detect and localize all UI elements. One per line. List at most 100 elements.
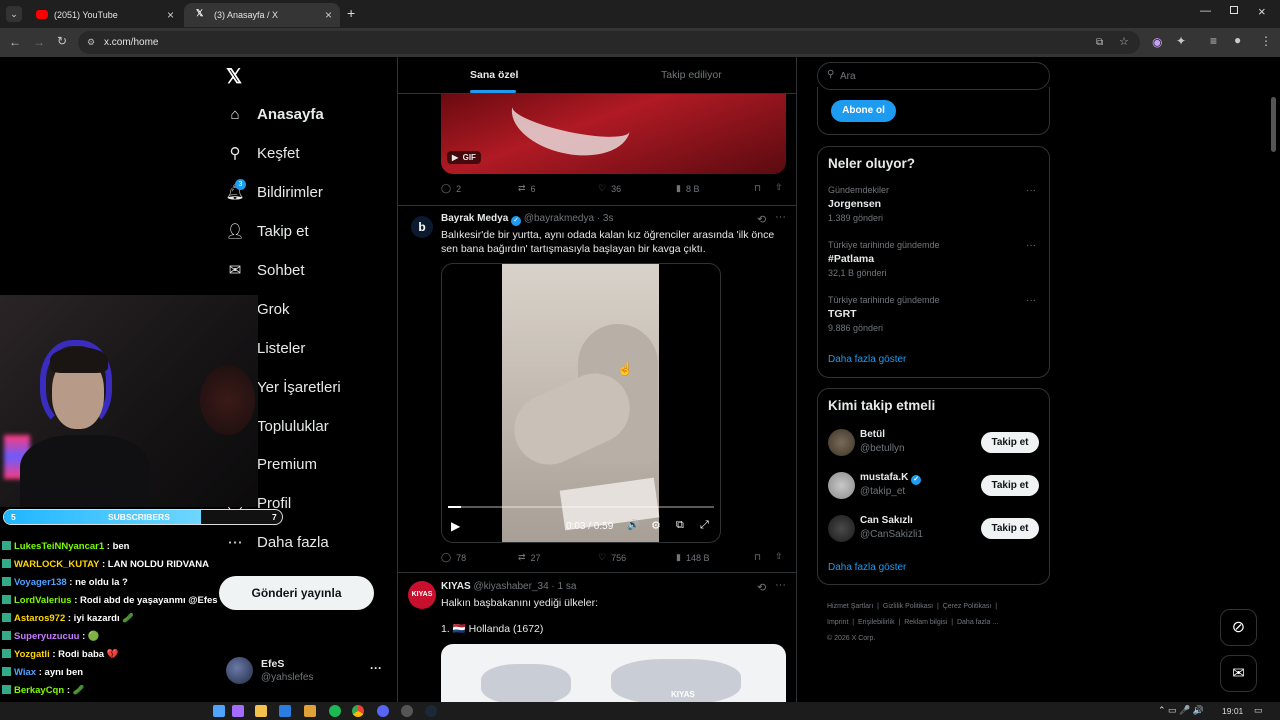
chat-username[interactable]: BerkayCqn bbox=[14, 685, 64, 696]
star-icon[interactable]: ☆ bbox=[1119, 31, 1129, 54]
trend-item[interactable]: Türkiye tarihinde gündemde #Patlama 32,1 B… bbox=[818, 240, 1049, 290]
follow-button[interactable]: Takip et bbox=[981, 518, 1039, 539]
avatar[interactable]: KIYAS bbox=[408, 581, 436, 609]
site-info-icon[interactable]: ⚙ bbox=[87, 31, 95, 54]
pip-icon[interactable]: ⧉ bbox=[676, 519, 684, 532]
footer-link[interactable]: Imprint bbox=[827, 619, 848, 626]
post-button[interactable]: Gönderi yayınla bbox=[219, 576, 374, 610]
sidebar-item-daha-fazla[interactable]: ⋯ Daha fazla bbox=[226, 533, 329, 552]
footer-link[interactable]: Çerez Politikası bbox=[943, 603, 992, 610]
app-icon[interactable] bbox=[232, 705, 244, 717]
follow-suggestion[interactable]: Betül @betullyn Takip et bbox=[818, 427, 1049, 463]
tab-for-you[interactable]: Sana özel bbox=[470, 69, 518, 81]
bookmark-icon[interactable]: ⊓ bbox=[754, 183, 761, 194]
sidebar-item-anasayfa[interactable]: ⌂ Anasayfa bbox=[226, 105, 323, 123]
minimize-icon[interactable]: — bbox=[1200, 5, 1211, 17]
tweet-time[interactable]: · 1 sa bbox=[551, 581, 576, 592]
more-icon[interactable]: ··· bbox=[775, 579, 786, 591]
tab-youtube[interactable]: (2051) YouTube × bbox=[24, 3, 182, 27]
bookmark-icon[interactable]: ⊓ bbox=[754, 552, 761, 563]
view-count[interactable]: ▮ 8 B bbox=[676, 183, 699, 194]
app-icon[interactable] bbox=[304, 705, 316, 717]
grok-float-button[interactable]: ⊘ bbox=[1220, 609, 1257, 646]
subscribe-button[interactable]: Abone ol bbox=[831, 100, 896, 122]
chat-username[interactable]: Astaros972 bbox=[14, 613, 65, 624]
more-icon[interactable]: ··· bbox=[1026, 295, 1036, 306]
spotify-icon[interactable] bbox=[329, 705, 341, 717]
close-icon[interactable]: × bbox=[325, 8, 332, 22]
like-count[interactable]: ♡ 36 bbox=[598, 183, 621, 194]
app-icon[interactable] bbox=[213, 705, 225, 717]
follow-show-more[interactable]: Daha fazla göster bbox=[828, 562, 906, 573]
footer-link[interactable]: Hizmet Şartları bbox=[827, 603, 873, 610]
volume-icon[interactable]: 🔊 bbox=[627, 520, 639, 531]
follow-button[interactable]: Takip et bbox=[981, 432, 1039, 453]
media-icon[interactable]: ≡ bbox=[1210, 34, 1217, 48]
discord-icon[interactable] bbox=[377, 705, 389, 717]
extension-icon[interactable]: ◉ bbox=[1152, 35, 1162, 49]
share-icon[interactable]: ⇧ bbox=[775, 182, 783, 193]
retweet-count[interactable]: ⇄ 27 bbox=[518, 552, 541, 563]
progress-track[interactable] bbox=[448, 506, 714, 508]
sidebar-item-takip-et[interactable]: 👤︎ Takip et bbox=[225, 222, 308, 241]
back-icon[interactable]: ← bbox=[9, 35, 21, 49]
tab-following[interactable]: Takip ediliyor bbox=[661, 69, 722, 81]
app-icon[interactable] bbox=[279, 705, 291, 717]
grok-icon[interactable]: ⟲ bbox=[757, 213, 766, 226]
more-icon[interactable]: ··· bbox=[1026, 185, 1036, 196]
install-icon[interactable]: ⧉ bbox=[1096, 31, 1103, 54]
reload-icon[interactable]: ↻ bbox=[57, 34, 67, 48]
video-player[interactable]: ☝ ▶ 0:03 / 0:59 🔊 ⚙ ⧉ ⤢ bbox=[441, 263, 721, 543]
close-window-icon[interactable]: × bbox=[1258, 4, 1266, 19]
tray-icons[interactable]: ⌃ ▭ 🎤 🔊 bbox=[1158, 705, 1204, 716]
tab-x-home[interactable]: 𝕏 (3) Anasayfa / X × bbox=[184, 3, 340, 27]
footer-link[interactable]: Erişilebilirlik bbox=[858, 619, 895, 626]
fullscreen-icon[interactable]: ⤢ bbox=[700, 519, 709, 532]
address-bar[interactable]: ⚙ x.com/home ⧉ ☆ bbox=[78, 31, 1140, 54]
sidebar-item-keşfet[interactable]: ⚲ Keşfet bbox=[226, 144, 300, 163]
app-icon[interactable] bbox=[401, 705, 413, 717]
chat-username[interactable]: WARLOCK_KUTAY bbox=[14, 559, 99, 570]
trends-show-more[interactable]: Daha fazla göster bbox=[828, 354, 906, 365]
author-handle[interactable]: @kiyashaber_34 bbox=[473, 581, 548, 592]
view-count[interactable]: ▮ 148 B bbox=[676, 552, 709, 563]
grok-icon[interactable]: ⟲ bbox=[757, 581, 766, 594]
follow-suggestion[interactable]: mustafa.K ✓ @takip_et Takip et bbox=[818, 470, 1049, 506]
reply-count[interactable]: ◯ 2 bbox=[441, 183, 461, 194]
trend-item[interactable]: Gündemdekiler Jorgensen 1.389 gönderi ··· bbox=[818, 185, 1049, 235]
messages-float-button[interactable]: ✉ bbox=[1220, 655, 1257, 692]
page-scrollbar[interactable] bbox=[1271, 97, 1276, 152]
footer-link[interactable]: Gizlilik Politikası bbox=[883, 603, 933, 610]
new-tab-button[interactable]: + bbox=[347, 5, 355, 21]
play-icon[interactable]: ▶ bbox=[451, 519, 460, 533]
chat-username[interactable]: Superyuzucuu bbox=[14, 631, 79, 642]
footer-link[interactable]: Daha fazla ... bbox=[957, 619, 998, 626]
footer-link[interactable]: Reklam bilgisi bbox=[904, 619, 947, 626]
forward-icon[interactable]: → bbox=[33, 35, 45, 49]
sidebar-item-sohbet[interactable]: ✉ Sohbet bbox=[226, 261, 305, 280]
app-icon[interactable] bbox=[255, 705, 267, 717]
close-icon[interactable]: × bbox=[167, 8, 174, 22]
author-name[interactable]: KIYAS bbox=[441, 581, 471, 592]
author-handle[interactable]: @bayrakmedya bbox=[524, 213, 594, 224]
tab-search-button[interactable]: ⌄ bbox=[6, 6, 22, 22]
chat-username[interactable]: Yozgatli bbox=[14, 649, 50, 660]
chat-username[interactable]: LordValerius bbox=[14, 595, 72, 606]
share-icon[interactable]: ⇧ bbox=[775, 551, 783, 562]
menu-icon[interactable]: ⋮ bbox=[1260, 34, 1272, 48]
more-icon[interactable]: ··· bbox=[370, 661, 382, 675]
x-logo[interactable]: 𝕏 bbox=[226, 64, 242, 89]
tweet-time[interactable]: · 3s bbox=[597, 213, 614, 224]
chat-username[interactable]: LukesTeiNNyancar1 bbox=[14, 541, 104, 552]
chat-username[interactable]: Voyager138 bbox=[14, 577, 67, 588]
steam-icon[interactable] bbox=[425, 705, 437, 717]
map-image[interactable]: KIYAS bbox=[441, 644, 786, 702]
settings-icon[interactable]: ⚙ bbox=[651, 519, 661, 532]
sidebar-item-bildirimler[interactable]: 🔔︎ 3 Bildirimler bbox=[225, 179, 323, 201]
notification-icon[interactable]: ▭ bbox=[1254, 705, 1263, 716]
author-name[interactable]: Bayrak Medya bbox=[441, 213, 508, 224]
more-icon[interactable]: ··· bbox=[775, 211, 786, 223]
account-switcher[interactable]: EfeS @yahslefes ··· bbox=[226, 655, 386, 689]
chat-username[interactable]: Wiax bbox=[14, 667, 36, 678]
profile-icon[interactable]: ● bbox=[1234, 33, 1241, 47]
